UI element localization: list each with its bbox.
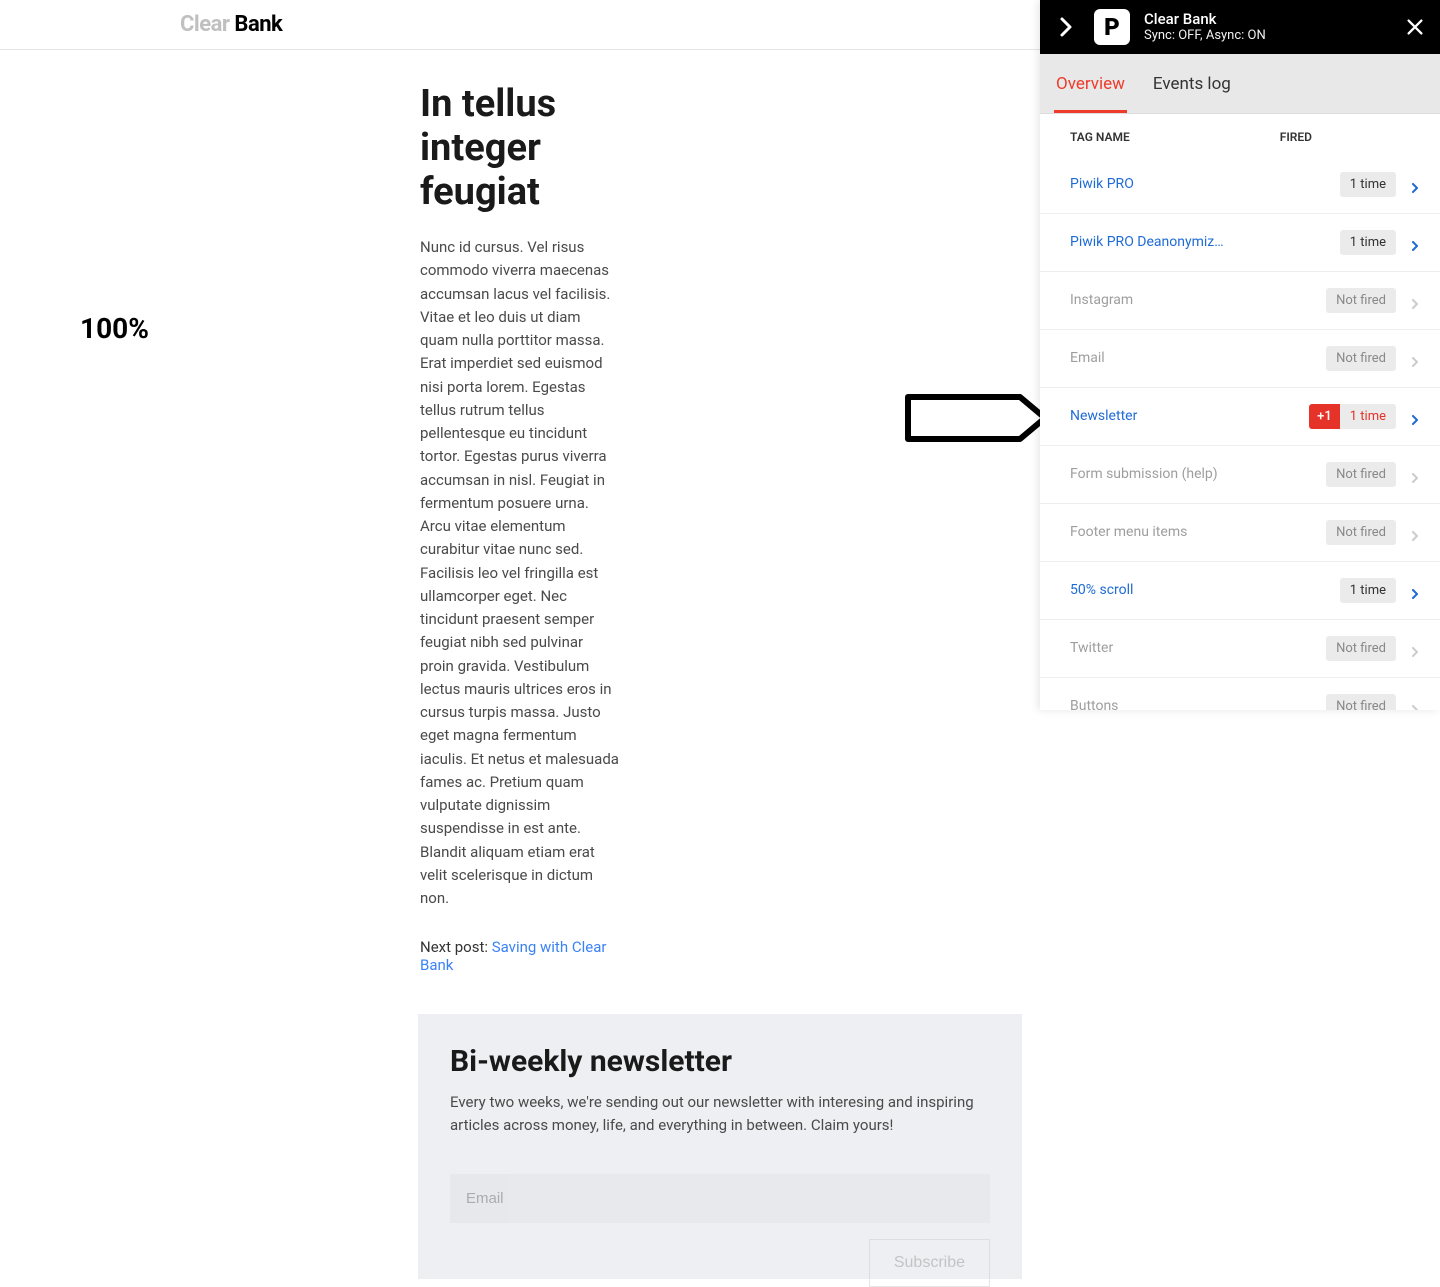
email-input[interactable] xyxy=(450,1174,990,1223)
debugger-title: Clear Bank xyxy=(1144,10,1388,28)
tag-row[interactable]: Piwik PRO Deanonymizat... 1 time xyxy=(1040,214,1440,272)
tag-debugger-panel: P Clear Bank Sync: OFF, Async: ON Overvi… xyxy=(1040,0,1440,710)
tab-events-log[interactable]: Events log xyxy=(1151,54,1233,113)
debugger-subtitle: Sync: OFF, Async: ON xyxy=(1144,28,1388,43)
tag-row-right: Not fired xyxy=(1326,288,1422,313)
tag-badges: Not fired xyxy=(1326,520,1396,545)
tag-badges: Not fired xyxy=(1326,636,1396,661)
piwik-logo-icon: P xyxy=(1094,9,1130,45)
chevron-right-icon xyxy=(1410,526,1422,538)
tag-row-right: Not fired xyxy=(1326,520,1422,545)
annotation-arrow xyxy=(905,394,1050,442)
tag-row-right: Not fired xyxy=(1326,694,1422,710)
chevron-right-icon xyxy=(1410,584,1422,596)
debugger-header: P Clear Bank Sync: OFF, Async: ON xyxy=(1040,0,1440,54)
chevron-right-icon xyxy=(1410,294,1422,306)
article-content: In tellus integer feugiat Nunc id cursus… xyxy=(0,50,620,1279)
chevron-right-icon xyxy=(1410,352,1422,364)
chevron-right-icon xyxy=(1410,642,1422,654)
fired-badge: 1 time xyxy=(1340,172,1396,197)
newsletter-title: Bi-weekly newsletter xyxy=(450,1044,990,1079)
tag-row-name: Form submission (help) xyxy=(1070,466,1230,482)
tag-table-header: TAG NAME FIRED xyxy=(1040,114,1440,156)
site-logo[interactable]: Clear Bank xyxy=(180,12,282,37)
tag-row[interactable]: Buttons Not fired xyxy=(1040,678,1440,710)
next-post-label: Next post: xyxy=(420,938,492,956)
chevron-right-icon xyxy=(1410,468,1422,480)
tag-badges: Not fired xyxy=(1326,346,1396,371)
close-button[interactable] xyxy=(1402,14,1428,40)
tag-row-name: Buttons xyxy=(1070,698,1230,710)
scroll-percentage: 100% xyxy=(80,312,149,345)
logo-clear: Clear xyxy=(180,12,229,37)
logo-bank: Bank xyxy=(234,12,282,37)
tag-badges: +11 time xyxy=(1309,404,1396,429)
fired-badge: Not fired xyxy=(1326,346,1396,371)
tag-row-right: Not fired xyxy=(1326,462,1422,487)
tag-badges: Not fired xyxy=(1326,288,1396,313)
tag-rows: Piwik PRO1 timePiwik PRO Deanonymizat...… xyxy=(1040,156,1440,710)
col-tag-name: TAG NAME xyxy=(1070,130,1130,144)
tag-row-name: Newsletter xyxy=(1070,408,1230,424)
tag-badges: Not fired xyxy=(1326,694,1396,710)
tag-badges: 1 time xyxy=(1340,230,1396,255)
tag-row[interactable]: Instagram Not fired xyxy=(1040,272,1440,330)
tag-badges: 1 time xyxy=(1340,172,1396,197)
tag-row[interactable]: Newsletter +11 time xyxy=(1040,388,1440,446)
debugger-tabs: Overview Events log xyxy=(1040,54,1440,114)
tag-row-right: Not fired xyxy=(1326,346,1422,371)
chevron-right-icon xyxy=(1410,178,1422,190)
fired-badge: 1 time xyxy=(1340,230,1396,255)
tag-row-name: Piwik PRO Deanonymizat... xyxy=(1070,234,1230,250)
tag-row[interactable]: Footer menu items Not fired xyxy=(1040,504,1440,562)
newsletter-box: Bi-weekly newsletter Every two weeks, we… xyxy=(418,1014,1022,1279)
tag-row[interactable]: 50% scroll 1 time xyxy=(1040,562,1440,620)
tag-row-name: Piwik PRO xyxy=(1070,176,1230,192)
tag-row-right: 1 time xyxy=(1340,230,1422,255)
fired-badge: Not fired xyxy=(1326,462,1396,487)
next-post: Next post: Saving with Clear Bank xyxy=(420,938,620,974)
tag-row-right: 1 time xyxy=(1340,172,1422,197)
fired-badge: Not fired xyxy=(1326,636,1396,661)
tag-row-name: Instagram xyxy=(1070,292,1230,308)
chevron-right-icon xyxy=(1410,236,1422,248)
col-fired: FIRED xyxy=(1280,130,1312,144)
tag-row-right: 1 time xyxy=(1340,578,1422,603)
article-title: In tellus integer feugiat xyxy=(420,82,620,214)
subscribe-button[interactable]: Subscribe xyxy=(869,1239,990,1287)
fired-badge: Not fired xyxy=(1326,288,1396,313)
tag-row[interactable]: Twitter Not fired xyxy=(1040,620,1440,678)
tag-row-name: 50% scroll xyxy=(1070,582,1230,598)
fired-badge: Not fired xyxy=(1326,520,1396,545)
tag-row[interactable]: Form submission (help) Not fired xyxy=(1040,446,1440,504)
collapse-button[interactable] xyxy=(1052,13,1080,41)
tag-row-name: Footer menu items xyxy=(1070,524,1230,540)
tab-overview[interactable]: Overview xyxy=(1054,54,1127,113)
chevron-right-icon xyxy=(1410,700,1422,710)
article-body: Nunc id cursus. Vel risus commodo viverr… xyxy=(420,236,620,910)
tag-row-name: Email xyxy=(1070,350,1230,366)
tag-row-right: +11 time xyxy=(1309,404,1422,429)
fired-increment-badge: +1 xyxy=(1309,404,1340,429)
chevron-right-icon xyxy=(1410,410,1422,422)
debugger-title-block: Clear Bank Sync: OFF, Async: ON xyxy=(1144,10,1388,43)
tag-badges: 1 time xyxy=(1340,578,1396,603)
tag-row-right: Not fired xyxy=(1326,636,1422,661)
tag-badges: Not fired xyxy=(1326,462,1396,487)
newsletter-desc: Every two weeks, we're sending out our n… xyxy=(450,1091,990,1136)
fired-badge: 1 time xyxy=(1340,404,1396,429)
tag-row-name: Twitter xyxy=(1070,640,1230,656)
tag-row[interactable]: Piwik PRO 1 time xyxy=(1040,156,1440,214)
fired-badge: 1 time xyxy=(1340,578,1396,603)
tag-row[interactable]: Email Not fired xyxy=(1040,330,1440,388)
fired-badge: Not fired xyxy=(1326,694,1396,710)
